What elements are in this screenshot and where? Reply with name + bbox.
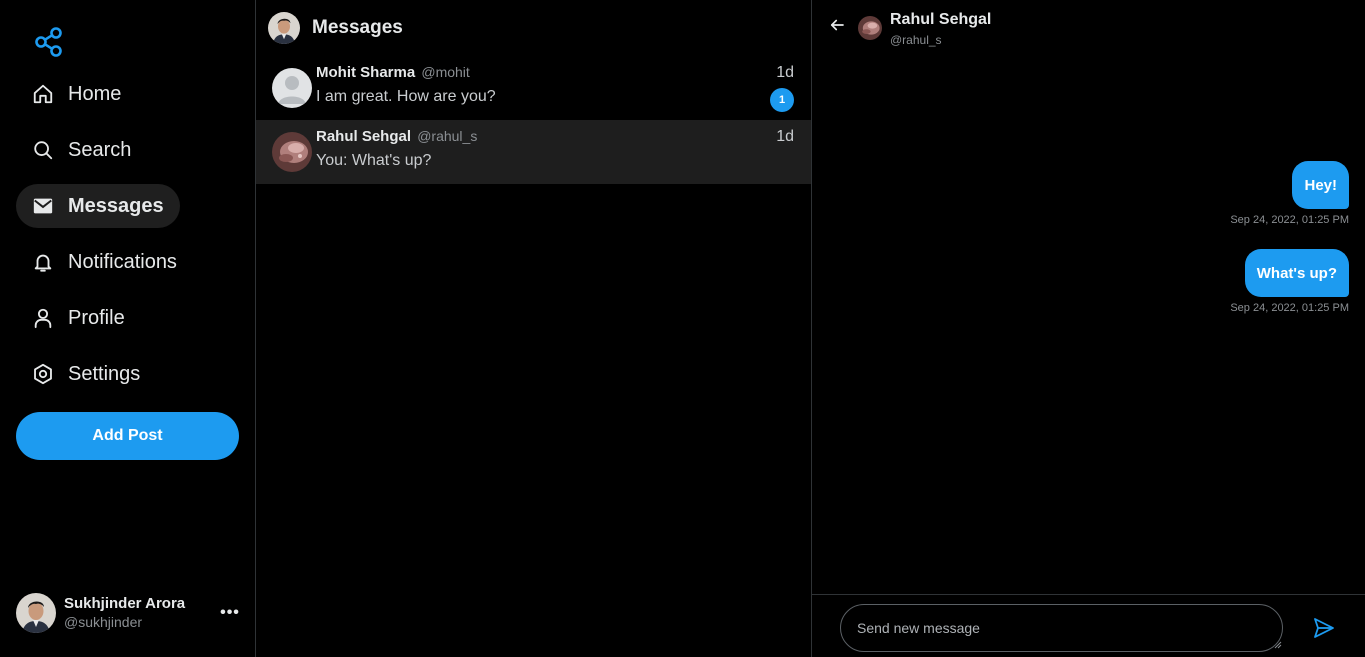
avatar[interactable] bbox=[268, 12, 300, 44]
message-input[interactable] bbox=[840, 604, 1283, 652]
nav-item-home[interactable]: Home bbox=[16, 72, 137, 116]
conversation-item[interactable]: Rahul Sehgal @rahul_s You: What's up? 1d bbox=[256, 120, 811, 184]
message-composer bbox=[812, 594, 1365, 657]
user-icon bbox=[32, 307, 54, 329]
share-nodes-icon[interactable] bbox=[33, 26, 65, 58]
envelope-icon bbox=[32, 195, 54, 217]
nav-label: Notifications bbox=[68, 250, 177, 273]
nav-label: Settings bbox=[68, 362, 141, 385]
avatar bbox=[16, 593, 56, 633]
conversation-time: 1d bbox=[776, 128, 794, 145]
nav-label: Search bbox=[68, 138, 132, 161]
message-timestamp: Sep 24, 2022, 01:25 PM bbox=[1230, 214, 1349, 226]
messages-header: Messages bbox=[268, 12, 403, 44]
account-handle: @sukhjinder bbox=[64, 614, 143, 630]
avatar bbox=[272, 132, 312, 172]
page-title: Messages bbox=[312, 17, 403, 38]
nav-item-notifications[interactable]: Notifications bbox=[16, 240, 193, 284]
chat-panel: Rahul Sehgal @rahul_s Hey! Sep 24, 2022,… bbox=[812, 0, 1365, 657]
bell-icon bbox=[32, 251, 54, 273]
account-switcher[interactable]: Sukhjinder Arora @sukhjinder ••• bbox=[16, 593, 240, 633]
home-icon bbox=[32, 83, 54, 105]
message-timestamp: Sep 24, 2022, 01:25 PM bbox=[1230, 302, 1349, 314]
conversation-preview: I am great. How are you? bbox=[316, 88, 496, 105]
nav-label: Home bbox=[68, 82, 122, 105]
nav-label: Messages bbox=[68, 194, 164, 217]
send-icon[interactable] bbox=[1312, 616, 1336, 640]
conversation-name: Rahul Sehgal bbox=[316, 128, 412, 145]
messages-panel: Messages Mohit Sharma @mohit I am great.… bbox=[256, 0, 812, 657]
nav-item-messages[interactable]: Messages bbox=[16, 184, 180, 228]
nav-item-search[interactable]: Search bbox=[16, 128, 147, 172]
gear-icon bbox=[32, 363, 54, 385]
resize-grip-icon[interactable] bbox=[1274, 641, 1282, 649]
back-arrow-icon[interactable] bbox=[828, 16, 846, 34]
account-name: Sukhjinder Arora bbox=[64, 595, 186, 612]
message-bubble: Hey! bbox=[1292, 161, 1349, 209]
chat-contact-name: Rahul Sehgal bbox=[890, 11, 992, 28]
add-post-button[interactable]: Add Post bbox=[16, 412, 239, 460]
conversation-name: Mohit Sharma bbox=[316, 64, 416, 81]
chat-contact-handle: @rahul_s bbox=[890, 33, 942, 47]
conversation-item[interactable]: Mohit Sharma @mohit I am great. How are … bbox=[256, 56, 811, 120]
conversation-handle: @mohit bbox=[421, 64, 470, 80]
nav-item-settings[interactable]: Settings bbox=[16, 352, 156, 396]
avatar bbox=[272, 68, 312, 108]
conversation-handle: @rahul_s bbox=[417, 128, 478, 144]
unread-badge: 1 bbox=[770, 88, 794, 112]
message-bubble: What's up? bbox=[1244, 249, 1349, 297]
more-options-icon[interactable]: ••• bbox=[220, 604, 240, 622]
conversation-preview: You: What's up? bbox=[316, 152, 432, 169]
search-icon bbox=[32, 139, 54, 161]
nav-item-profile[interactable]: Profile bbox=[16, 296, 141, 340]
nav-label: Profile bbox=[68, 306, 125, 329]
avatar[interactable] bbox=[858, 16, 882, 40]
conversation-time: 1d bbox=[776, 64, 794, 81]
sidebar: Home Search Messages Notifications Profi… bbox=[0, 0, 256, 657]
